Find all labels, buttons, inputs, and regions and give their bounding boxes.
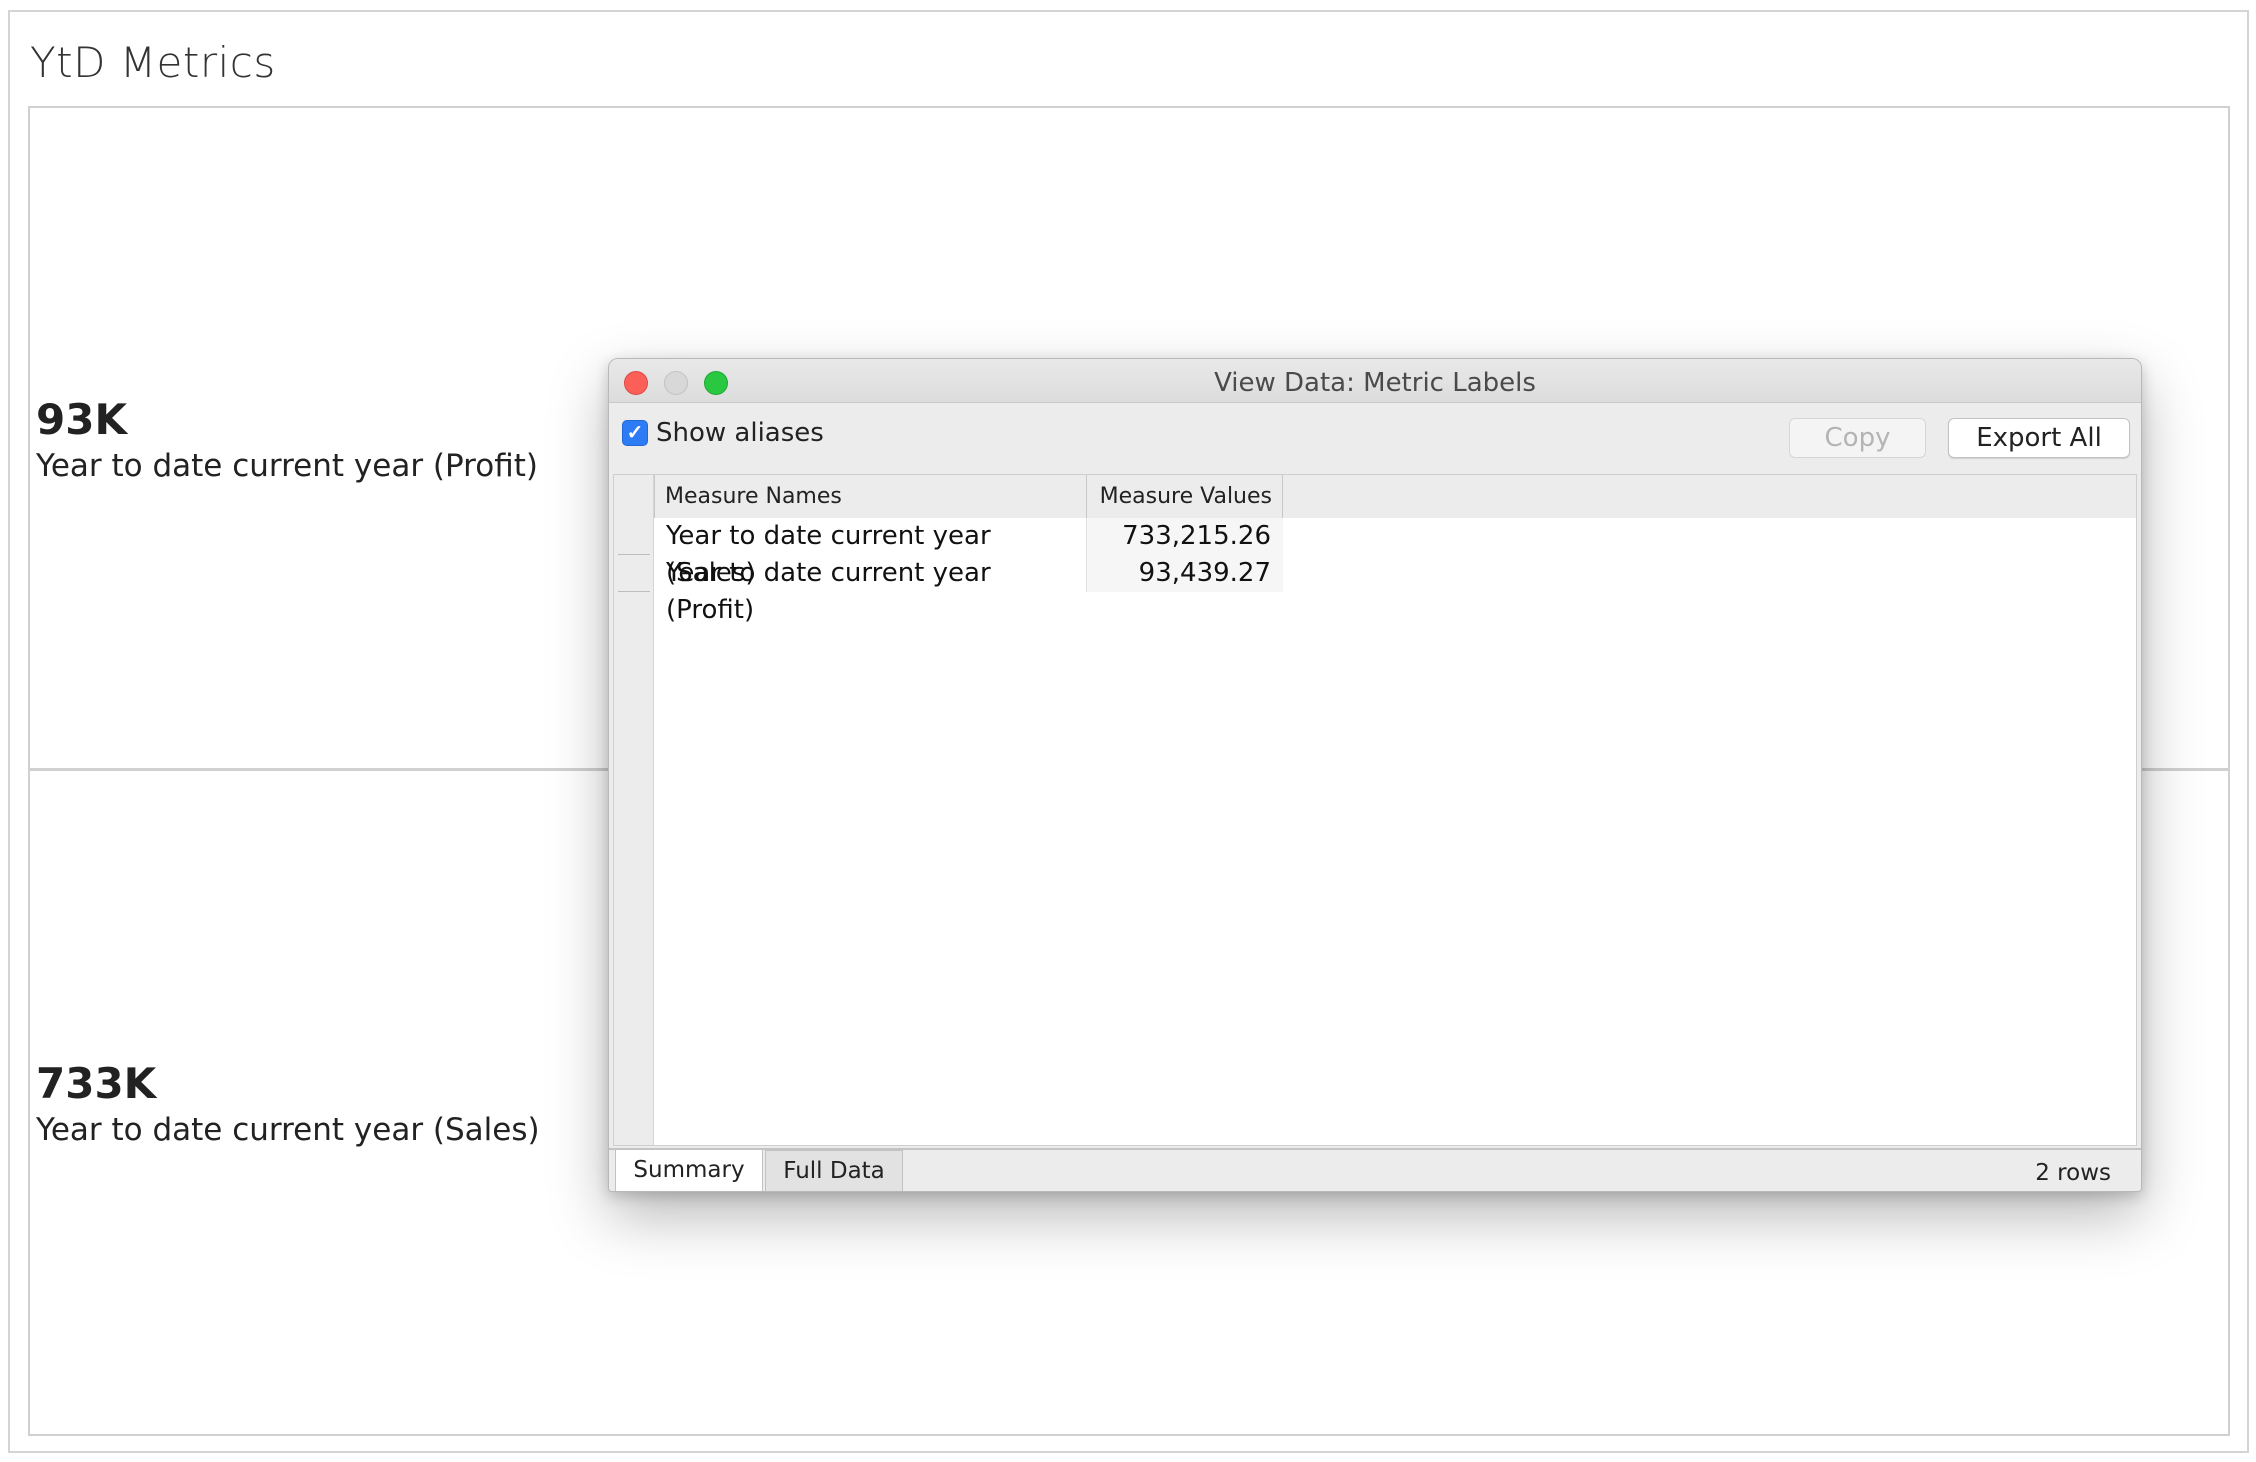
row-header-column: [614, 475, 654, 1145]
window-titlebar[interactable]: View Data: Metric Labels: [609, 359, 2141, 403]
row-header-divider: [618, 554, 650, 555]
checkmark-icon: ✓: [626, 422, 644, 444]
copy-button[interactable]: Copy: [1789, 418, 1926, 458]
sales-metric-value[interactable]: 733K: [36, 1059, 156, 1108]
measure-value-cell[interactable]: 93,439.27: [1086, 555, 1283, 592]
profit-metric-label[interactable]: Year to date current year (Profit): [36, 448, 538, 484]
window-title: View Data: Metric Labels: [1214, 368, 1536, 398]
measure-name-cell[interactable]: Year to date current year (Profit): [654, 555, 1086, 625]
dashboard-title: YtD Metrics: [30, 38, 276, 87]
measure-name-cell[interactable]: Year to date current year (Sales): [654, 518, 1086, 588]
show-aliases-checkbox[interactable]: ✓: [622, 420, 648, 446]
profit-metric-value[interactable]: 93K: [36, 395, 127, 444]
column-header-measure-names[interactable]: Measure Names: [654, 475, 1086, 518]
data-table: Measure Names Measure Values Year to dat…: [613, 474, 2137, 1146]
measure-value-cell[interactable]: 733,215.26: [1086, 518, 1283, 555]
row-count-label: 2 rows: [2035, 1160, 2111, 1186]
tab-full-data[interactable]: Full Data: [765, 1150, 903, 1191]
table-header-row: Measure Names Measure Values: [654, 475, 2136, 518]
tab-summary[interactable]: Summary: [615, 1150, 763, 1191]
view-data-dialog: View Data: Metric Labels ✓ Show aliases …: [608, 358, 2142, 1192]
export-all-button[interactable]: Export All: [1948, 418, 2130, 458]
column-header-measure-values[interactable]: Measure Values: [1086, 475, 1283, 518]
view-data-toolbar: ✓ Show aliases Copy Export All: [609, 404, 2141, 464]
row-header-divider: [618, 591, 650, 592]
show-aliases-label[interactable]: Show aliases: [656, 418, 824, 448]
view-data-footer: Summary Full Data 2 rows: [609, 1148, 2141, 1191]
sales-metric-label[interactable]: Year to date current year (Sales): [36, 1112, 540, 1148]
